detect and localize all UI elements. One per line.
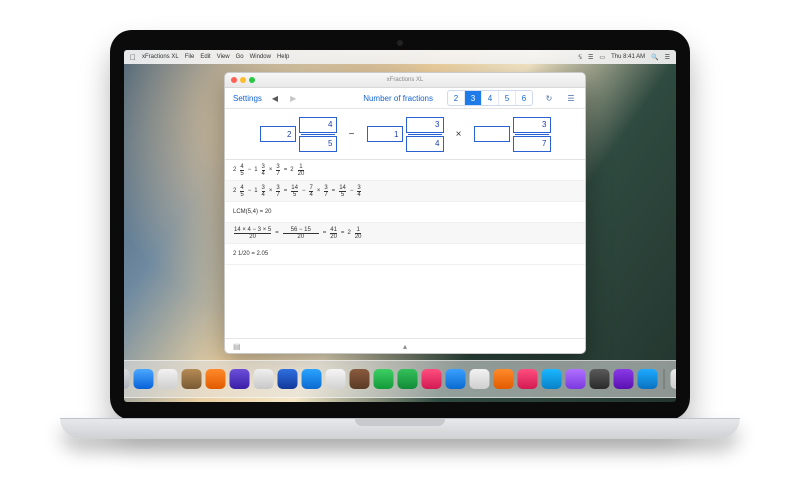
battery-icon[interactable]: ▭ [599,54,605,61]
dock-app-icon[interactable] [302,369,322,389]
dock-app-icon[interactable] [134,369,154,389]
term3-whole-input[interactable] [474,126,510,142]
list-icon[interactable]: ☰ [565,92,577,104]
fraction-bar [515,134,549,135]
dock-app-icon[interactable] [158,369,178,389]
fraction-bar [301,134,335,135]
window-titlebar[interactable]: xFractions XL [225,73,585,88]
number-of-fractions-label: Number of fractions [363,94,433,103]
dock-app-icon[interactable] [518,369,538,389]
nav-forward-button[interactable]: ▶ [290,94,296,103]
refresh-icon[interactable]: ↻ [543,92,555,104]
dock-app-icon[interactable] [590,369,610,389]
term1-whole-input[interactable]: 2 [260,126,296,142]
dock-app-icon[interactable] [470,369,490,389]
term1-denominator-input[interactable]: 5 [299,136,337,152]
term-2: 1 3 4 [367,117,444,152]
dock-app-icon[interactable] [182,369,202,389]
wifi-icon[interactable]: ☰ [588,54,593,61]
nav-back-button[interactable]: ◀ [272,94,278,103]
step-row-lcm: LCM(5,4) = 20 [225,202,585,223]
dock [124,360,676,398]
menubar-clock[interactable]: Thu 8:41 AM [611,54,645,60]
fraction-bar [408,134,442,135]
desktop: xFractions XL Settings ◀ ▶ Number of fra… [124,64,676,402]
step-row-2: 245 − 134 × 37 = 145 − 74 × 37 = 145 − [225,181,585,202]
nof-option-5[interactable]: 5 [498,91,515,105]
toolbar: Settings ◀ ▶ Number of fractions 2 3 4 5… [225,88,585,109]
bluetooth-icon[interactable]: 𝕊 [578,54,582,61]
term1-numerator-input[interactable]: 4 [299,117,337,133]
operator-1[interactable]: − [347,129,357,140]
dock-app-icon[interactable] [398,369,418,389]
operator-2[interactable]: × [454,129,464,140]
dock-app-icon[interactable] [422,369,442,389]
menubar-item[interactable]: Edit [200,54,210,60]
term2-numerator-input[interactable]: 3 [406,117,444,133]
nof-option-6[interactable]: 6 [515,91,532,105]
laptop-screen:  xFractions XL File Edit View Go Window… [124,50,676,402]
footer-doc-icon[interactable]: ▤ [233,342,241,351]
fraction-input-row: 2 4 5 − 1 3 4 [225,109,585,160]
dock-app-icon[interactable] [206,369,226,389]
laptop-base [60,418,740,439]
menubar-item[interactable]: File [185,54,195,60]
window-footer: ▤ ▴ [225,338,585,353]
decimal-result: 2 1/20 = 2.05 [233,251,268,257]
nof-option-4[interactable]: 4 [481,91,498,105]
dock-app-icon[interactable] [326,369,346,389]
term2-whole-input[interactable]: 1 [367,126,403,142]
osx-menubar:  xFractions XL File Edit View Go Window… [124,50,676,64]
apple-menu-icon[interactable]:  [130,53,136,62]
menubar-item[interactable]: Window [250,54,271,60]
number-of-fractions-segmented: 2 3 4 5 6 [447,90,533,106]
app-window: xFractions XL Settings ◀ ▶ Number of fra… [224,72,586,354]
menubar-item[interactable]: Help [277,54,289,60]
term3-denominator-input[interactable]: 7 [513,136,551,152]
dock-app-icon[interactable] [446,369,466,389]
window-title: xFractions XL [225,77,585,83]
dock-app-icon[interactable] [566,369,586,389]
settings-button[interactable]: Settings [233,94,262,103]
notification-icon[interactable]: ☰ [665,54,670,61]
nof-option-2[interactable]: 2 [448,91,464,105]
dock-app-icon[interactable] [542,369,562,389]
dock-app-icon[interactable] [124,369,130,389]
step-row-3: 14 × 4 − 3 × 520 = 56 − 1520 = 4120 = 21… [225,223,585,244]
spotlight-icon[interactable]: 🔍 [651,54,658,61]
dock-app-icon[interactable] [614,369,634,389]
term2-denominator-input[interactable]: 4 [406,136,444,152]
dock-app-icon[interactable] [671,369,677,389]
term-3: 3 7 [474,117,551,152]
dock-app-icon[interactable] [350,369,370,389]
laptop-frame:  xFractions XL File Edit View Go Window… [110,30,690,420]
step-row-1: 245 − 134 × 37 = 2120 [225,160,585,181]
menubar-item[interactable]: Go [236,54,244,60]
dock-app-icon[interactable] [254,369,274,389]
footer-expand-handle[interactable]: ▴ [403,342,407,351]
dock-app-icon[interactable] [638,369,658,389]
term-1: 2 4 5 [260,117,337,152]
dock-app-icon[interactable] [230,369,250,389]
nof-option-3[interactable]: 3 [464,91,481,105]
dock-app-icon[interactable] [374,369,394,389]
term3-numerator-input[interactable]: 3 [513,117,551,133]
dock-app-icon[interactable] [278,369,298,389]
menubar-item[interactable]: View [217,54,230,60]
step-row-decimal: 2 1/20 = 2.05 [225,244,585,265]
lcm-text: LCM(5,4) = 20 [233,209,272,215]
dock-app-icon[interactable] [494,369,514,389]
work-area: 245 − 134 × 37 = 2120 245 − 134 × 37 [225,160,585,338]
menubar-app-name[interactable]: xFractions XL [142,54,179,60]
